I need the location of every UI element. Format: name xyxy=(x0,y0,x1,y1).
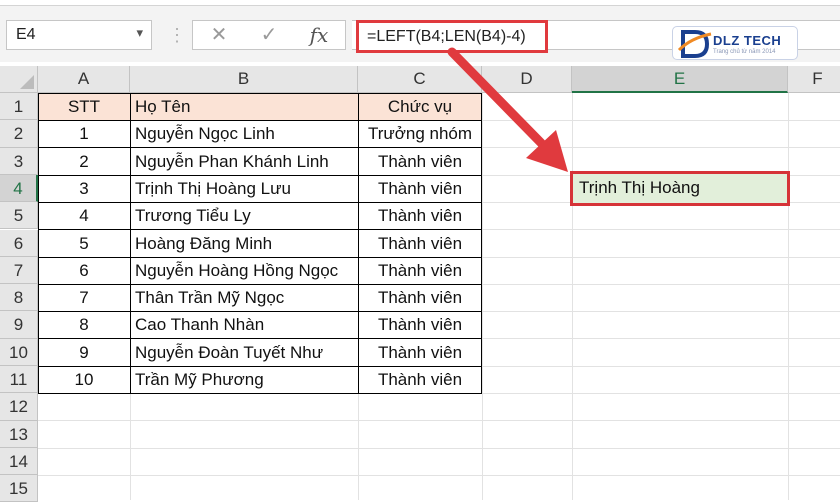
arrow-annotation-icon xyxy=(447,47,568,172)
